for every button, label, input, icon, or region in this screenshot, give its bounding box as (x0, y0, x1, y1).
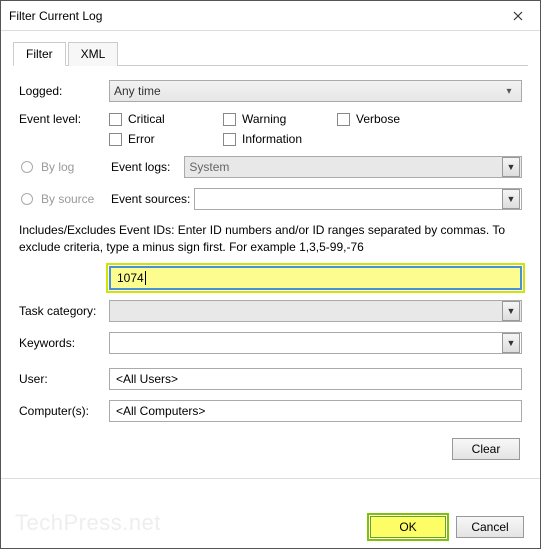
radio-by-source (21, 193, 33, 205)
cancel-button[interactable]: Cancel (456, 516, 524, 538)
computers-input[interactable] (109, 400, 522, 422)
text-cursor (145, 271, 146, 285)
watermark: TechPress.net (15, 510, 161, 536)
user-input[interactable] (109, 368, 522, 390)
close-button[interactable] (495, 1, 540, 30)
tab-xml[interactable]: XML (68, 42, 119, 66)
chevron-down-icon: ▼ (502, 189, 520, 209)
chevron-down-icon: ▼ (502, 333, 520, 353)
keywords-combo[interactable]: ▼ (109, 332, 522, 354)
event-logs-combo: System ▼ (184, 156, 522, 178)
label-by-log: By log (41, 160, 111, 174)
chevron-down-icon: ▼ (502, 301, 520, 321)
tab-panel-filter: Logged: Any time ▾ Event level: Critical… (13, 66, 528, 472)
tab-filter[interactable]: Filter (13, 42, 66, 66)
dialog-window: Filter Current Log Filter XML Logged: An… (0, 0, 541, 549)
label-event-level: Event level: (19, 112, 109, 126)
label-user: User: (19, 372, 109, 386)
check-verbose[interactable]: Verbose (337, 112, 427, 126)
task-category-combo: ▼ (109, 300, 522, 322)
computers-value[interactable] (114, 401, 517, 421)
radio-by-log (21, 161, 33, 173)
event-id-value: 1074 (117, 271, 144, 285)
label-by-source: By source (41, 192, 111, 206)
tabstrip: Filter XML (13, 41, 528, 66)
label-task-category: Task category: (19, 304, 109, 318)
logged-value: Any time (114, 84, 161, 98)
check-critical[interactable]: Critical (109, 112, 199, 126)
close-icon (513, 11, 523, 21)
separator (1, 478, 540, 479)
checkbox-icon (109, 133, 122, 146)
event-sources-combo[interactable]: ▼ (194, 188, 522, 210)
dialog-footer: TechPress.net OK Cancel (1, 506, 540, 548)
event-id-input[interactable]: 1074 (109, 266, 522, 290)
label-event-logs: Event logs: (111, 160, 170, 174)
titlebar: Filter Current Log (1, 1, 540, 31)
label-event-sources: Event sources: (111, 192, 190, 206)
checkbox-icon (109, 113, 122, 126)
dialog-body: Filter XML Logged: Any time ▾ Event leve… (1, 31, 540, 506)
check-information[interactable]: Information (223, 132, 313, 146)
label-computers: Computer(s): (19, 404, 109, 418)
chevron-down-icon: ▾ (501, 86, 517, 97)
event-logs-value: System (189, 160, 229, 174)
logged-select[interactable]: Any time ▾ (109, 80, 522, 102)
window-title: Filter Current Log (9, 9, 102, 23)
check-error[interactable]: Error (109, 132, 199, 146)
check-warning[interactable]: Warning (223, 112, 313, 126)
help-text: Includes/Excludes Event IDs: Enter ID nu… (19, 222, 522, 256)
label-keywords: Keywords: (19, 336, 109, 350)
checkbox-icon (223, 133, 236, 146)
clear-button[interactable]: Clear (452, 438, 520, 460)
event-level-group: Critical Warning Verbose Error Informati… (109, 112, 522, 146)
checkbox-icon (337, 113, 350, 126)
checkbox-icon (223, 113, 236, 126)
label-logged: Logged: (19, 84, 109, 98)
ok-button[interactable]: OK (370, 516, 446, 538)
chevron-down-icon: ▼ (502, 157, 520, 177)
user-value[interactable] (114, 369, 517, 389)
